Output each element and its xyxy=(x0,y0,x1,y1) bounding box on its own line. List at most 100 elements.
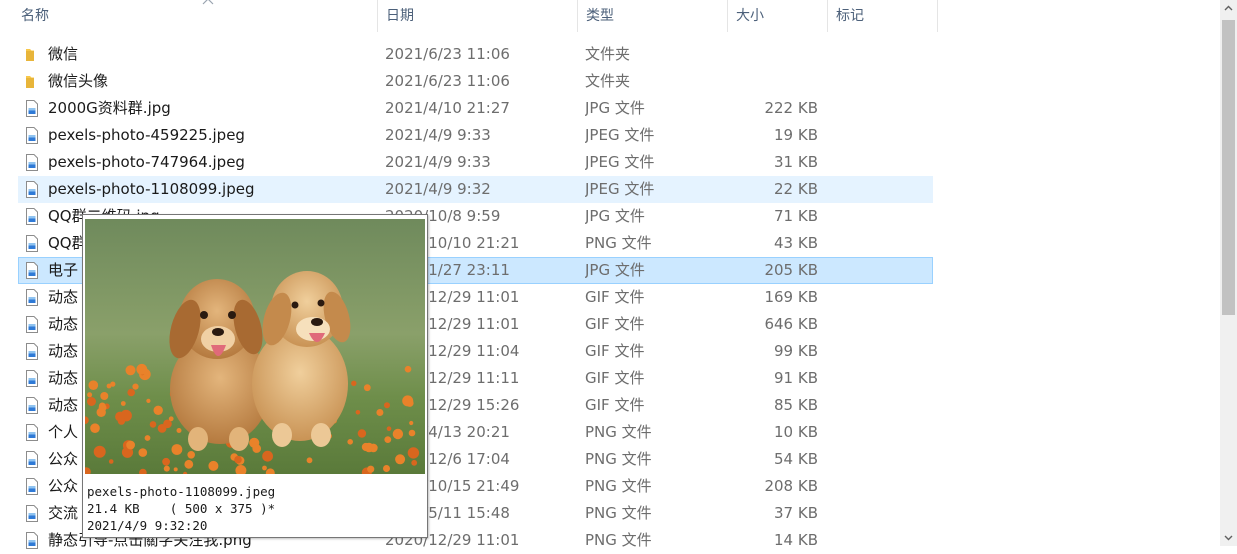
modified-date: 2021/4/10 21:27 xyxy=(385,99,510,117)
flower-dot xyxy=(357,429,367,438)
flower-dot xyxy=(87,397,96,406)
image-file-icon xyxy=(26,532,38,549)
flower-dot xyxy=(408,429,416,437)
flower-dot xyxy=(402,395,414,407)
file-size: 208 KB xyxy=(764,477,818,495)
flower-dot xyxy=(90,423,100,433)
flower-dot xyxy=(262,465,267,471)
flower-dot xyxy=(176,428,182,433)
file-row[interactable]: pexels-photo-747964.jpeg 2021/4/9 9:33 JPE… xyxy=(18,149,933,176)
modified-date: 2021/6/23 11:06 xyxy=(385,45,510,63)
file-name: pexels-photo-747964.jpeg xyxy=(48,153,245,171)
column-header-date-label: 日期 xyxy=(386,8,414,24)
file-name: pexels-photo-459225.jpeg xyxy=(48,126,245,144)
image-file-icon xyxy=(26,289,38,306)
column-header-bar: 名称 日期 类型 大小 标记 xyxy=(0,0,938,32)
column-header-type[interactable]: 类型 xyxy=(578,0,728,32)
flower-dot xyxy=(384,402,390,409)
flower-dot xyxy=(355,410,361,415)
file-size: 222 KB xyxy=(764,99,818,117)
column-header-name-label: 名称 xyxy=(21,8,49,24)
flower-dot xyxy=(262,450,273,462)
image-file-icon xyxy=(26,181,38,198)
flower-dot xyxy=(173,467,178,472)
file-type: JPG 文件 xyxy=(585,99,645,117)
flower-dot xyxy=(136,363,148,375)
modified-date: 2021/4/9 9:33 xyxy=(385,126,491,144)
flower-dot xyxy=(411,459,418,466)
flower-dot xyxy=(98,402,106,410)
flower-dot xyxy=(127,388,135,397)
flower-dot xyxy=(376,409,384,416)
image-file-icon xyxy=(26,316,38,333)
file-type: PNG 文件 xyxy=(585,450,652,468)
flower-dot xyxy=(88,380,99,390)
flower-dot xyxy=(386,426,392,431)
file-type: PNG 文件 xyxy=(585,423,652,441)
column-header-name[interactable]: 名称 xyxy=(13,0,378,32)
image-file-icon xyxy=(26,100,38,117)
flower-dot xyxy=(404,365,412,373)
file-type: JPG 文件 xyxy=(585,261,645,279)
flower-dot xyxy=(392,428,404,440)
file-row[interactable]: 2000G资料群.jpg 2021/4/10 21:27 JPG 文件 222 KB xyxy=(18,95,933,122)
file-type: GIF 文件 xyxy=(585,369,645,387)
flower-dot xyxy=(106,383,112,389)
file-name: 2000G资料群.jpg xyxy=(48,99,171,117)
flower-dot xyxy=(144,435,151,441)
file-size: 646 KB xyxy=(764,315,818,333)
flower-dot xyxy=(171,444,183,455)
image-file-icon xyxy=(26,262,38,279)
file-size xyxy=(725,42,818,67)
scroll-up-arrow-icon[interactable] xyxy=(1220,0,1237,17)
file-row[interactable]: pexels-photo-459225.jpeg 2021/4/9 9:33 JPE… xyxy=(18,122,933,149)
flower-dot xyxy=(115,411,126,422)
flower-dot xyxy=(347,439,354,445)
flower-dot xyxy=(100,392,109,400)
column-header-tags-label: 标记 xyxy=(836,8,864,24)
flower-dot xyxy=(149,421,157,428)
flower-dot xyxy=(409,420,414,426)
scroll-down-arrow-icon[interactable] xyxy=(1220,529,1237,546)
image-file-icon xyxy=(26,343,38,360)
file-size: 71 KB xyxy=(774,207,818,225)
flower-dot xyxy=(306,457,313,464)
flower-dot xyxy=(108,459,114,464)
image-file-icon xyxy=(26,235,38,252)
file-type: GIF 文件 xyxy=(585,288,645,306)
image-file-icon xyxy=(26,478,38,495)
modified-date: 2021/6/23 11:06 xyxy=(385,72,510,90)
tooltip-date: 2021/4/9 9:32:20 xyxy=(87,518,208,533)
sort-ascending-icon xyxy=(202,0,214,5)
flower-dot xyxy=(138,448,148,457)
scrollbar-thumb[interactable] xyxy=(1222,20,1235,315)
file-size: 10 KB xyxy=(774,423,818,441)
file-row[interactable]: pexels-photo-1108099.jpeg 2021/4/9 9:32 JP… xyxy=(18,176,933,203)
file-size: 31 KB xyxy=(774,153,818,171)
file-size: 19 KB xyxy=(774,126,818,144)
vertical-scrollbar[interactable] xyxy=(1220,0,1237,546)
folder-row[interactable]: 微信头像 2021/6/23 11:06 文件夹 xyxy=(18,68,933,95)
flower-dot xyxy=(162,457,170,466)
column-header-tags[interactable]: 标记 xyxy=(828,0,938,32)
flower-dot xyxy=(367,465,375,473)
file-name: pexels-photo-1108099.jpeg xyxy=(48,180,255,198)
file-type: GIF 文件 xyxy=(585,315,645,333)
flower-dot xyxy=(384,436,392,443)
file-size: 37 KB xyxy=(774,504,818,522)
image-file-icon xyxy=(26,424,38,441)
flower-dot xyxy=(407,447,420,459)
file-size: 14 KB xyxy=(774,531,818,549)
flower-dot xyxy=(363,384,371,392)
column-header-size[interactable]: 大小 xyxy=(728,0,828,32)
flower-dot xyxy=(383,465,390,472)
folder-row[interactable]: 微信 2021/6/23 11:06 文件夹 xyxy=(18,41,933,68)
image-file-icon xyxy=(26,397,38,414)
file-name: 微信 xyxy=(48,45,79,63)
column-header-size-label: 大小 xyxy=(736,8,764,24)
flower-dot xyxy=(153,405,163,415)
flower-dot xyxy=(252,444,261,453)
column-header-date[interactable]: 日期 xyxy=(378,0,578,32)
file-type: JPG 文件 xyxy=(585,207,645,225)
flower-dot xyxy=(184,459,194,469)
